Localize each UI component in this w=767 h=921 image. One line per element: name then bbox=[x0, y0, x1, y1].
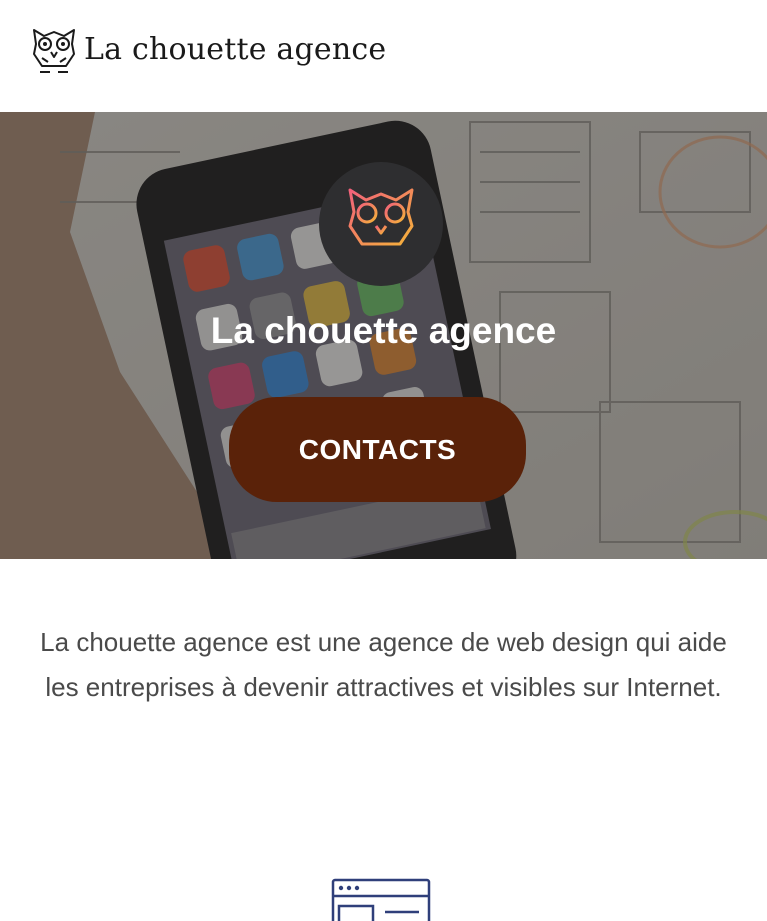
intro-line-2: les entreprises à devenir attractives et… bbox=[45, 672, 722, 702]
brand-logo[interactable]: La chouette agence bbox=[30, 24, 386, 78]
hero-title: La chouette agence bbox=[210, 310, 557, 351]
brand-name: La chouette agence bbox=[84, 31, 387, 67]
intro-line-1: La chouette agence est une agence de web… bbox=[40, 627, 727, 657]
owl-badge-icon bbox=[348, 188, 414, 258]
intro-text: La chouette agence est une agence de web… bbox=[0, 620, 767, 710]
hero-section: La chouette agence CONTACTS bbox=[0, 112, 767, 559]
hero-owl-badge bbox=[319, 162, 443, 286]
site-header: La chouette agence bbox=[0, 0, 767, 112]
browser-window-icon bbox=[331, 878, 431, 921]
contacts-button[interactable]: CONTACTS bbox=[229, 397, 526, 502]
owl-logo-icon bbox=[33, 29, 75, 73]
